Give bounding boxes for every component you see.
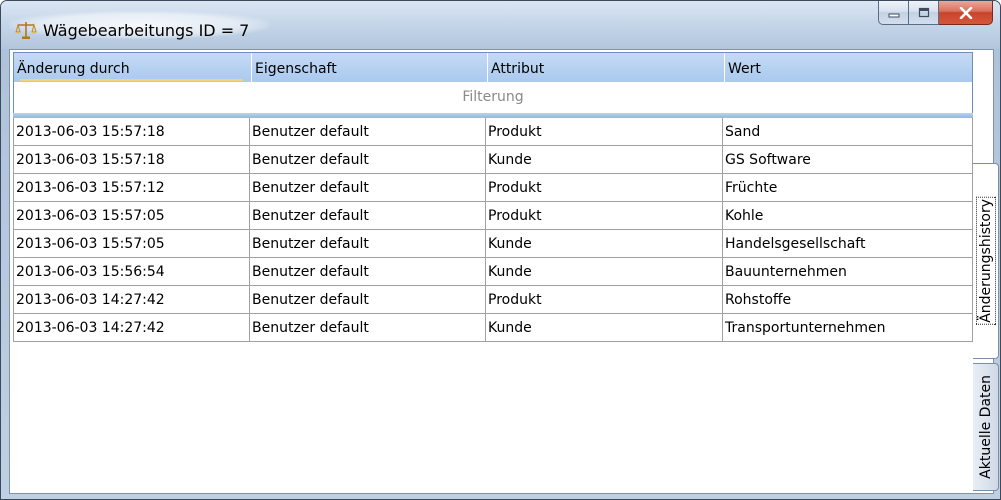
window-title: Wägebearbeitungs ID = 7 (43, 21, 250, 40)
cell-property[interactable]: Benutzer default (250, 174, 486, 201)
cell-attribute[interactable]: Produkt (486, 174, 723, 201)
cell-property[interactable]: Benutzer default (250, 314, 486, 341)
column-header-label: Attribut (491, 61, 545, 77)
table-row[interactable]: 2013-06-03 15:57:18 Benutzer default Kun… (13, 146, 973, 174)
cell-attribute[interactable]: Kunde (486, 258, 723, 285)
cell-attribute[interactable]: Produkt (486, 202, 723, 229)
cell-attribute[interactable]: Kunde (486, 230, 723, 257)
cell-value[interactable]: Früchte (723, 174, 973, 201)
filter-row[interactable]: Filterung (13, 82, 973, 113)
grid-rows: 2013-06-03 15:57:18 Benutzer default Pro… (13, 118, 973, 342)
cell-changed-at[interactable]: 2013-06-03 15:57:12 (13, 174, 250, 201)
grid-header: Änderung durch Eigenschaft Attribut Wert (13, 52, 973, 83)
cell-property[interactable]: Benutzer default (250, 230, 486, 257)
column-header-label: Änderung durch (17, 61, 130, 77)
cell-changed-at[interactable]: 2013-06-03 15:57:05 (13, 202, 250, 229)
table-row[interactable]: 2013-06-03 15:57:05 Benutzer default Pro… (13, 202, 973, 230)
cell-changed-at[interactable]: 2013-06-03 15:57:05 (13, 230, 250, 257)
cell-changed-at[interactable]: 2013-06-03 15:57:18 (13, 146, 250, 173)
column-header-label: Wert (728, 61, 761, 77)
cell-changed-at[interactable]: 2013-06-03 15:57:18 (13, 118, 250, 145)
title-bar[interactable]: Wägebearbeitungs ID = 7 (1, 1, 1000, 49)
cell-value[interactable]: Bauunternehmen (723, 258, 973, 285)
column-header-eigenschaft[interactable]: Eigenschaft (252, 53, 488, 82)
minimize-icon (888, 13, 899, 17)
cell-property[interactable]: Benutzer default (250, 258, 486, 285)
close-button[interactable] (939, 1, 993, 25)
cell-attribute[interactable]: Produkt (486, 118, 723, 145)
column-header-aenderung-durch[interactable]: Änderung durch (14, 53, 252, 82)
cell-value[interactable]: Sand (723, 118, 973, 145)
cell-value[interactable]: Rohstoffe (723, 286, 973, 313)
table-row[interactable]: 2013-06-03 14:27:42 Benutzer default Kun… (13, 314, 973, 342)
cell-value[interactable]: Handelsgesellschaft (723, 230, 973, 257)
cell-changed-at[interactable]: 2013-06-03 14:27:42 (13, 286, 250, 313)
table-row[interactable]: 2013-06-03 15:56:54 Benutzer default Kun… (13, 258, 973, 286)
cell-property[interactable]: Benutzer default (250, 286, 486, 313)
table-row[interactable]: 2013-06-03 15:57:12 Benutzer default Pro… (13, 174, 973, 202)
cell-attribute[interactable]: Kunde (486, 146, 723, 173)
cell-attribute[interactable]: Produkt (486, 286, 723, 313)
cell-changed-at[interactable]: 2013-06-03 14:27:42 (13, 314, 250, 341)
tab-label: Änderungshistory (975, 197, 996, 325)
maximize-button[interactable] (909, 1, 939, 25)
side-tab-strip: Änderungshistory Aktuelle Daten (973, 163, 1000, 491)
main-window: Wägebearbeitungs ID = 7 Änderung durch E… (0, 0, 1001, 500)
tab-aktuelle-daten[interactable]: Aktuelle Daten (973, 363, 999, 491)
tab-aenderungshistory[interactable]: Änderungshistory (973, 163, 999, 359)
cell-value[interactable]: GS Software (723, 146, 973, 173)
table-row[interactable]: 2013-06-03 15:57:05 Benutzer default Kun… (13, 230, 973, 258)
filter-placeholder: Filterung (462, 89, 524, 105)
column-header-attribut[interactable]: Attribut (488, 53, 725, 82)
history-grid: Änderung durch Eigenschaft Attribut Wert… (13, 52, 973, 490)
close-icon (959, 6, 972, 19)
window-controls (878, 1, 993, 27)
scale-icon (15, 22, 37, 39)
maximize-icon (918, 7, 929, 18)
column-header-label: Eigenschaft (255, 61, 337, 77)
cell-value[interactable]: Transportunternehmen (723, 314, 973, 341)
table-row[interactable]: 2013-06-03 15:57:18 Benutzer default Pro… (13, 118, 973, 146)
cell-property[interactable]: Benutzer default (250, 202, 486, 229)
sort-indicator (20, 79, 243, 81)
cell-value[interactable]: Kohle (723, 202, 973, 229)
cell-property[interactable]: Benutzer default (250, 146, 486, 173)
table-row[interactable]: 2013-06-03 14:27:42 Benutzer default Pro… (13, 286, 973, 314)
column-header-wert[interactable]: Wert (725, 53, 972, 82)
cell-property[interactable]: Benutzer default (250, 118, 486, 145)
tab-label: Aktuelle Daten (977, 375, 994, 479)
cell-changed-at[interactable]: 2013-06-03 15:56:54 (13, 258, 250, 285)
cell-attribute[interactable]: Kunde (486, 314, 723, 341)
minimize-button[interactable] (878, 1, 909, 25)
